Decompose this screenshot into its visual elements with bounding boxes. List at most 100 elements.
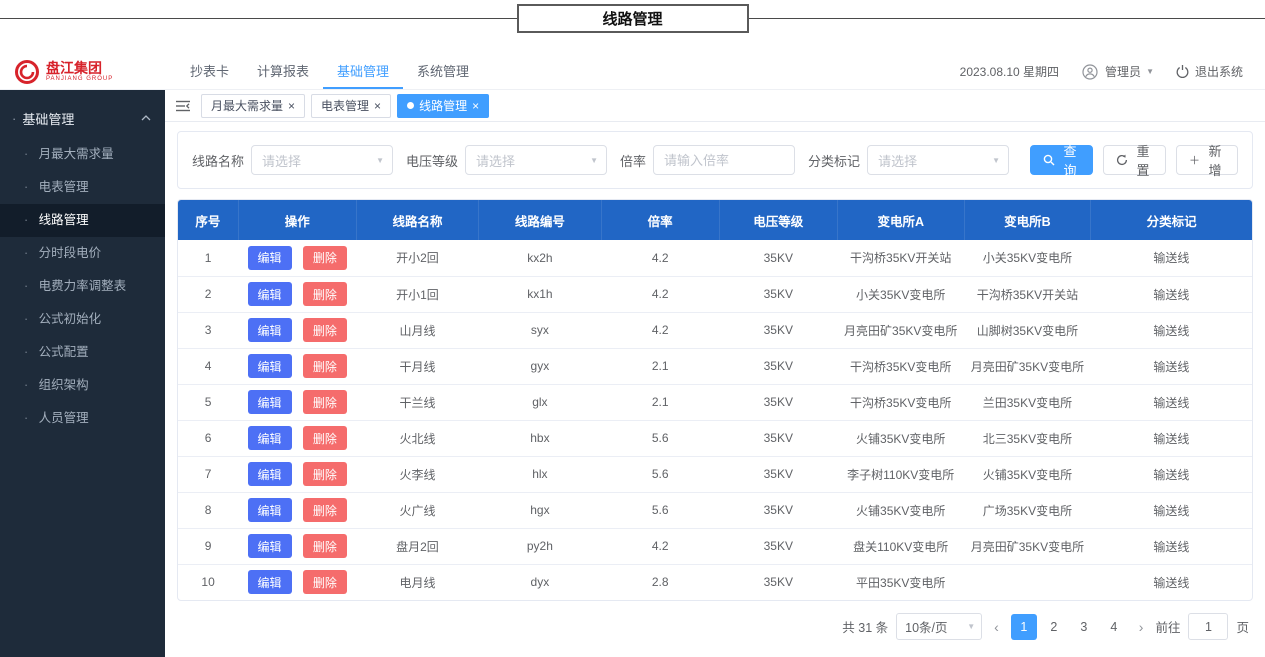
page-number-button[interactable]: 3: [1071, 614, 1097, 640]
goto-page-input[interactable]: [1188, 613, 1229, 640]
collapse-menu-icon[interactable]: [175, 99, 191, 113]
table-header-row: 序号 操作 线路名称 线路编号 倍率 电压等级 变电所A 变电所B 分类标记: [178, 200, 1252, 240]
line-name-label: 线路名称: [192, 153, 245, 169]
cell-station-b: 小关35KV变电所: [964, 240, 1091, 277]
category-select[interactable]: 请选择 ▼: [867, 145, 1010, 175]
sidebar-item[interactable]: 组织架构: [0, 369, 165, 402]
delete-button[interactable]: 删除: [302, 390, 347, 414]
sidebar-item[interactable]: 公式配置: [0, 336, 165, 369]
cell-index: 1: [178, 240, 239, 277]
category-placeholder: 请选择: [878, 153, 918, 169]
cell-ratio: 4.2: [601, 312, 720, 349]
search-button[interactable]: 查询: [1030, 144, 1093, 178]
cell-actions: 编辑 删除: [238, 492, 357, 529]
cell-line-name: 火北线: [356, 420, 479, 457]
cell-line-name: 干月线: [356, 348, 479, 385]
edit-button[interactable]: 编辑: [247, 354, 292, 378]
tab[interactable]: 电表管理 ×: [311, 93, 392, 118]
cell-station-b: 火铺35KV变电所: [964, 456, 1091, 493]
sidebar: 基础管理 月最大需求量 电表管理 线路管理 分时段电价 电费力率调整表 公式初始…: [0, 90, 165, 657]
sidebar-group-label: 基础管理: [22, 111, 75, 127]
delete-button[interactable]: 删除: [302, 318, 347, 342]
add-button[interactable]: ＋ 新增: [1175, 144, 1239, 178]
reset-button[interactable]: 重置: [1103, 144, 1166, 178]
table-row: 2 编辑 删除 开小1回 kx1h 4.2 35KV 小关35KV变电所 干沟桥…: [178, 276, 1252, 313]
edit-button[interactable]: 编辑: [247, 318, 292, 342]
cell-station-a: 干沟桥35KV开关站: [837, 240, 965, 277]
table-header-cell: 倍率: [601, 200, 720, 240]
tab[interactable]: 线路管理 ×: [397, 93, 490, 118]
cell-station-a: 李子树110KV变电所: [837, 456, 965, 493]
cell-station-b: 山脚树35KV变电所: [964, 312, 1091, 349]
cell-station-a: 盘关110KV变电所: [837, 528, 965, 565]
edit-button[interactable]: 编辑: [247, 426, 292, 450]
cell-station-a: 平田35KV变电所: [856, 575, 946, 590]
cell-ratio: 2.8: [651, 575, 669, 590]
table-row: 5 编辑 删除 干兰线 glx 2.1 35KV 干沟桥35KV变电所 兰田35…: [178, 384, 1252, 421]
next-page-button[interactable]: ›: [1135, 619, 1148, 635]
page-number-button[interactable]: 2: [1041, 614, 1067, 640]
edit-button[interactable]: 编辑: [247, 282, 292, 306]
cell-category: 输送线: [1090, 492, 1252, 529]
delete-button[interactable]: 删除: [302, 426, 347, 450]
edit-button[interactable]: 编辑: [247, 462, 292, 486]
sidebar-item-label: 组织架构: [38, 378, 89, 392]
sidebar-item[interactable]: 分时段电价: [0, 237, 165, 270]
delete-button[interactable]: 删除: [302, 534, 347, 558]
delete-button[interactable]: 删除: [302, 498, 347, 522]
tab[interactable]: 月最大需求量 ×: [201, 93, 306, 118]
page-size-select[interactable]: 10条/页 ▼: [896, 613, 983, 640]
nav-item[interactable]: 计算报表: [243, 54, 323, 89]
cell-voltage: 35KV: [719, 528, 838, 565]
delete-button[interactable]: 删除: [302, 570, 347, 595]
delete-button[interactable]: 删除: [302, 282, 347, 306]
cell-voltage: 35KV: [719, 456, 838, 493]
nav-item[interactable]: 基础管理: [323, 54, 404, 89]
sidebar-item[interactable]: 月最大需求量: [0, 138, 165, 171]
user-menu[interactable]: 管理员 ▼: [1105, 63, 1154, 80]
tab-close-icon[interactable]: ×: [288, 100, 295, 112]
table-header-cell: 线路名称: [356, 200, 480, 240]
prev-page-button[interactable]: ‹: [990, 619, 1003, 635]
cell-line-name: 山月线: [356, 312, 479, 349]
sidebar-group-basic[interactable]: 基础管理: [0, 98, 165, 138]
chevron-down-icon: ▼: [992, 155, 1001, 165]
delete-button[interactable]: 删除: [302, 462, 347, 486]
line-name-select[interactable]: 请选择 ▼: [251, 145, 394, 175]
cell-actions: 编辑 删除: [238, 420, 357, 457]
logout-button[interactable]: 退出系统: [1175, 63, 1243, 80]
edit-button[interactable]: 编辑: [247, 390, 292, 414]
cell-category: 输送线: [1090, 384, 1252, 421]
edit-button[interactable]: 编辑: [247, 570, 292, 595]
logo-icon: [14, 59, 40, 85]
nav-item[interactable]: 系统管理: [403, 54, 483, 89]
search-icon: [1043, 154, 1055, 166]
nav-item[interactable]: 抄表卡: [176, 54, 243, 89]
tab-close-icon[interactable]: ×: [472, 100, 479, 112]
cell-line-name: 火李线: [356, 456, 479, 493]
tab-close-icon[interactable]: ×: [374, 100, 381, 112]
delete-button[interactable]: 删除: [302, 245, 347, 270]
cell-category: 输送线: [1090, 276, 1252, 313]
edit-button[interactable]: 编辑: [247, 245, 292, 270]
cell-line-code: glx: [478, 384, 602, 421]
page-number-button[interactable]: 1: [1010, 613, 1037, 640]
cell-index: 10: [201, 575, 215, 590]
voltage-select[interactable]: 请选择 ▼: [465, 145, 608, 175]
edit-button[interactable]: 编辑: [247, 534, 292, 558]
delete-button[interactable]: 删除: [302, 354, 347, 378]
sidebar-item[interactable]: 线路管理: [0, 204, 165, 237]
app-header: 盘江集团 PANJIANG GROUP 抄表卡 计算报表 基础管理 系统管理 2…: [0, 54, 1265, 90]
sidebar-item-label: 分时段电价: [38, 246, 102, 260]
cell-line-code: kx1h: [478, 276, 602, 313]
page-number-button[interactable]: 4: [1101, 614, 1127, 640]
sidebar-item[interactable]: 电费力率调整表: [0, 270, 165, 303]
cell-station-b: 月亮田矿35KV变电所: [964, 528, 1091, 565]
sidebar-item[interactable]: 人员管理: [0, 402, 165, 435]
sidebar-item[interactable]: 公式初始化: [0, 303, 165, 336]
ratio-input[interactable]: [653, 145, 796, 175]
edit-button[interactable]: 编辑: [247, 498, 292, 522]
sidebar-item[interactable]: 电表管理: [0, 171, 165, 204]
cell-ratio: 4.2: [601, 276, 720, 313]
filter-bar: 线路名称 请选择 ▼ 电压等级 请选择 ▼ 倍率 请输入倍率 分类标记 请选择 …: [177, 131, 1253, 189]
